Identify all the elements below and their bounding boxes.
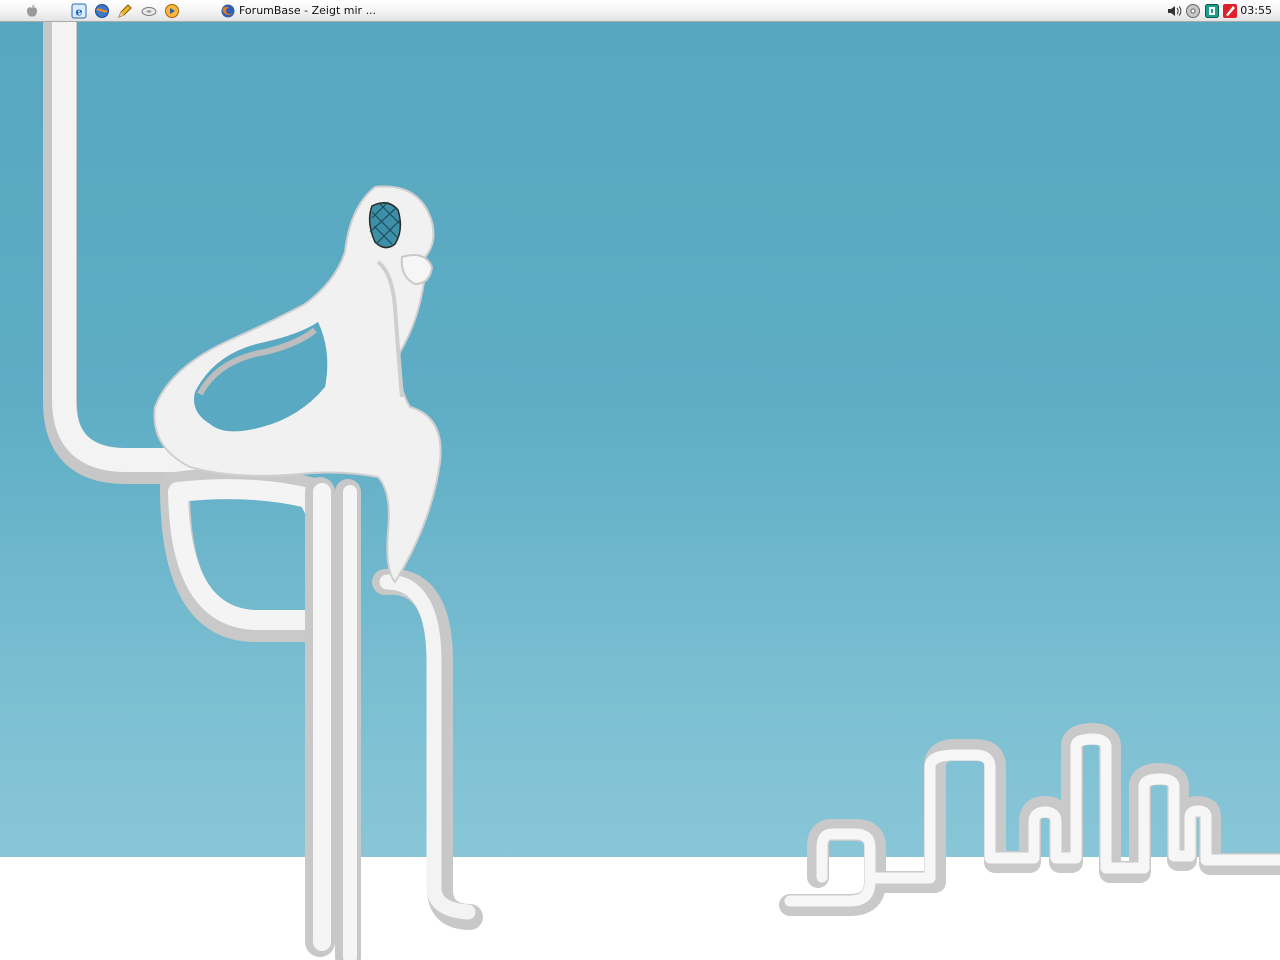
browser-globe-icon[interactable] (94, 3, 110, 19)
volume-icon[interactable] (1166, 3, 1182, 19)
taskbar: e ForumBase - Zeigt mir ... 03:55 (0, 0, 1280, 22)
apple-icon[interactable] (24, 3, 40, 19)
pencil-icon[interactable] (117, 3, 133, 19)
red-app-icon[interactable] (1222, 3, 1238, 19)
internet-explorer-icon[interactable]: e (71, 3, 87, 19)
task-button-label: ForumBase - Zeigt mir ... (239, 4, 377, 17)
firefox-icon (220, 3, 236, 19)
drive-icon[interactable] (141, 3, 157, 19)
desktop (0, 22, 1280, 960)
antivirus-icon[interactable] (1204, 3, 1220, 19)
disc-icon[interactable] (1185, 3, 1201, 19)
wallpaper-thinker-illustration (43, 22, 1280, 960)
svg-text:e: e (76, 6, 83, 19)
task-button-firefox[interactable]: ForumBase - Zeigt mir ... (218, 1, 378, 20)
clock: 03:55 (1240, 4, 1272, 17)
media-player-icon[interactable] (164, 3, 180, 19)
